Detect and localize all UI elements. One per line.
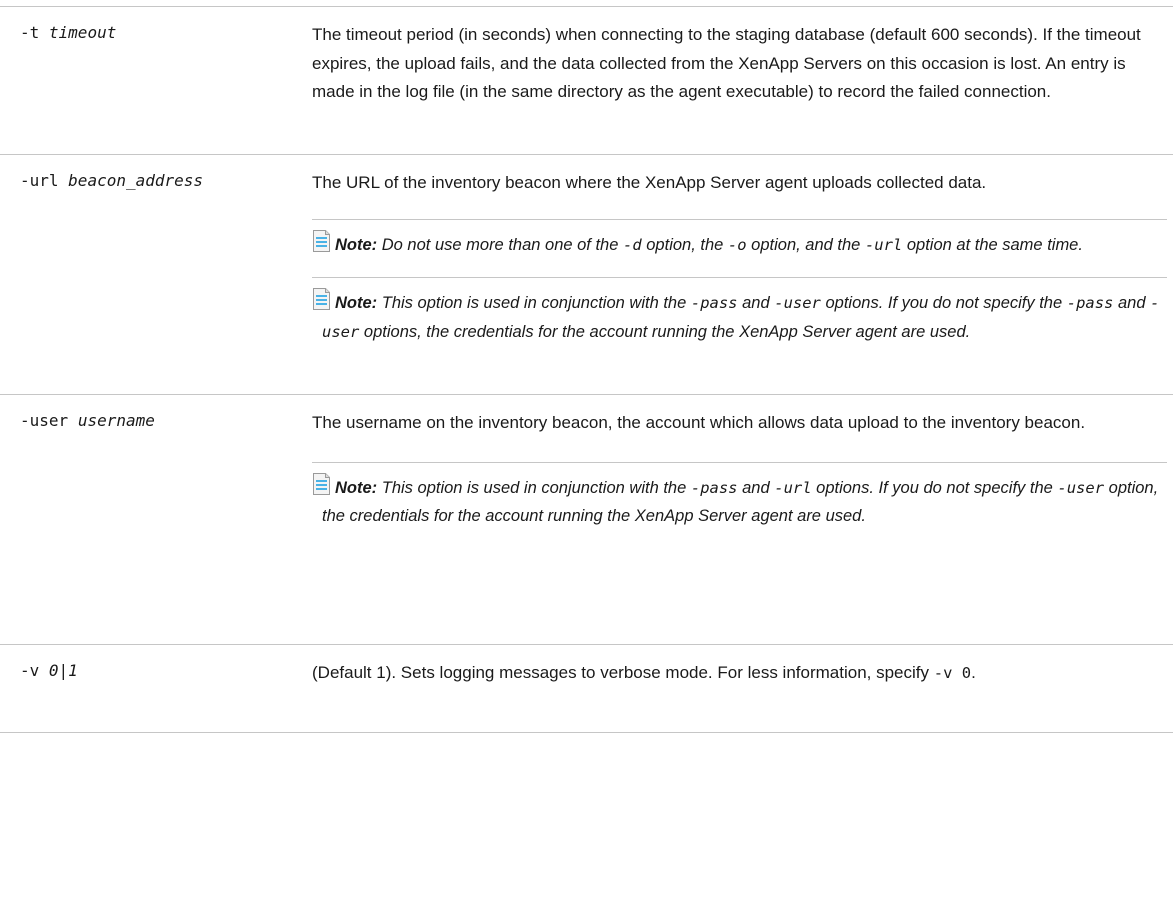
option-flag: -v	[20, 661, 40, 680]
description-cell: (Default 1). Sets logging messages to ve…	[312, 645, 1173, 732]
note-text: Note: Do not use more than one of the -d…	[312, 229, 1167, 260]
option-flag: -url	[20, 171, 59, 190]
note-text-part: This option is used in conjunction with …	[377, 294, 691, 312]
note-text-part: option, and the	[746, 235, 865, 254]
note-text: Note: This option is used in conjunction…	[312, 288, 1167, 346]
note-text-part: option, the	[641, 235, 728, 254]
option-argument: username	[77, 411, 155, 430]
table-row: -t timeout The timeout period (in second…	[0, 7, 1173, 155]
inline-code: -d	[623, 235, 642, 254]
description-cell: The timeout period (in seconds) when con…	[312, 7, 1173, 154]
note-text-part: and	[1113, 294, 1151, 312]
option-argument: timeout	[48, 23, 117, 42]
note-document-icon	[313, 472, 330, 495]
table-row: -user username The username on the inven…	[0, 395, 1173, 645]
note-text-part: option at the same time.	[902, 235, 1083, 254]
description-cell: The username on the inventory beacon, th…	[312, 395, 1173, 644]
description-cell: The URL of the inventory beacon where th…	[312, 155, 1173, 394]
note-block: Note: This option is used in conjunction…	[312, 277, 1167, 346]
option-cell: -url beacon_address	[0, 155, 312, 394]
note-text-part: This option is used in conjunction with …	[377, 478, 691, 497]
table-row: -v 0|1 (Default 1). Sets logging message…	[0, 645, 1173, 733]
note-document-icon	[313, 288, 330, 310]
option-cell: -user username	[0, 395, 312, 644]
note-text-part: and	[737, 294, 775, 312]
option-argument: 0|1	[48, 661, 78, 680]
option-description: The username on the inventory beacon, th…	[312, 413, 1086, 432]
option-argument: beacon_address	[68, 171, 204, 190]
description-text-part: (Default 1). Sets logging messages to ve…	[312, 663, 934, 682]
note-text-part: Do not use more than one of the	[377, 235, 623, 254]
option-description: (Default 1). Sets logging messages to ve…	[312, 659, 1167, 688]
option-flag: -user	[20, 411, 69, 430]
inline-code: -user	[1057, 478, 1105, 497]
inline-code: -v 0	[933, 664, 972, 682]
note-text-part: options, the credentials for the account…	[359, 322, 971, 341]
note-block: Note: Do not use more than one of the -d…	[312, 218, 1167, 278]
inline-code: -pass	[1066, 294, 1114, 312]
option-description: The URL of the inventory beacon where th…	[312, 173, 987, 192]
note-text-part: options. If you do not specify the	[820, 294, 1067, 312]
option-description: The timeout period (in seconds) when con…	[312, 25, 1141, 101]
description-text-part: .	[971, 663, 976, 682]
option-flag: -t	[20, 23, 40, 42]
table-row: -url beacon_address The URL of the inven…	[0, 155, 1173, 395]
inline-code: -url	[774, 478, 812, 497]
note-label: Note:	[335, 478, 378, 497]
inline-code: -user	[774, 294, 821, 312]
note-text: Note: This option is used in conjunction…	[312, 472, 1167, 531]
note-text-part: options. If you do not specify the	[811, 478, 1058, 497]
option-cell: -v 0|1	[0, 645, 312, 732]
inline-code: -pass	[690, 478, 738, 497]
inline-code: -pass	[690, 294, 738, 312]
note-block: Note: This option is used in conjunction…	[312, 461, 1167, 549]
inline-code: -url	[864, 235, 903, 254]
note-label: Note:	[335, 294, 378, 312]
note-document-icon	[313, 229, 330, 252]
option-cell: -t timeout	[0, 7, 312, 154]
inline-code: -o	[727, 235, 747, 254]
note-text-part: and	[737, 478, 775, 497]
options-table: -t timeout The timeout period (in second…	[0, 6, 1173, 733]
note-label: Note:	[335, 235, 378, 254]
